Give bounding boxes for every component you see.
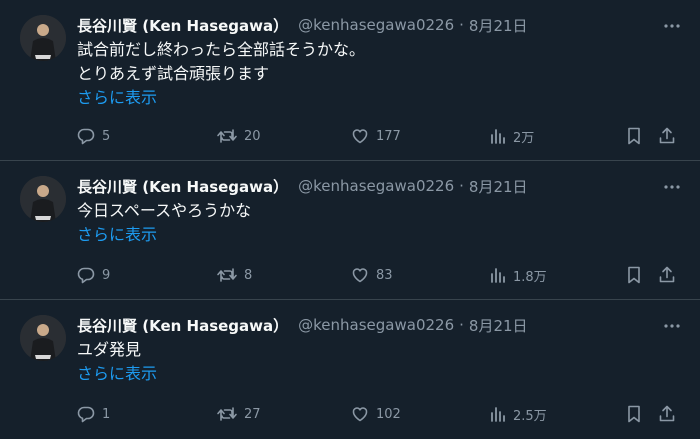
- like-count: 83: [376, 267, 393, 283]
- views-bar-chart-icon: [491, 129, 505, 144]
- view-count: 2万: [513, 130, 535, 146]
- tweet-header: 長谷川賢 (Ken Hasegawa） @kenhasegawa0226 · 8…: [77, 14, 660, 36]
- bookmark-icon: [628, 405, 640, 423]
- like-count: 177: [376, 128, 401, 144]
- reply-button[interactable]: 5: [76, 123, 110, 149]
- tweet-text: 今日スペースやろうかな さらに表示: [77, 199, 660, 247]
- display-name[interactable]: 長谷川賢 (Ken Hasegawa）: [77, 15, 288, 36]
- reply-icon: [77, 406, 95, 423]
- reply-icon: [77, 128, 95, 145]
- more-button[interactable]: [662, 177, 682, 197]
- like-button[interactable]: 177: [350, 123, 401, 149]
- views-button[interactable]: 2.5万: [489, 401, 547, 427]
- show-more-link[interactable]: さらに表示: [77, 362, 157, 386]
- avatar[interactable]: [20, 176, 66, 222]
- avatar[interactable]: [20, 315, 66, 361]
- reply-count: 5: [102, 128, 111, 144]
- reply-button[interactable]: 1: [76, 401, 110, 427]
- tweet-text-line: ユダ発見: [77, 340, 142, 359]
- avatar-photo: [20, 15, 66, 61]
- tweet[interactable]: 長谷川賢 (Ken Hasegawa） @kenhasegawa0226 · 8…: [0, 300, 700, 439]
- tweet[interactable]: 長谷川賢 (Ken Hasegawa） @kenhasegawa0226 · 8…: [0, 0, 700, 161]
- tweet-actions: 5 20 177 2万: [70, 123, 680, 149]
- share-upload-icon: [659, 266, 675, 283]
- bookmark-icon: [628, 127, 640, 145]
- like-count: 102: [376, 406, 401, 422]
- share-upload-icon: [659, 405, 675, 422]
- retweet-icon: [217, 129, 237, 143]
- views-button[interactable]: 2万: [489, 123, 534, 149]
- avatar-photo: [20, 315, 66, 361]
- views-bar-chart-icon: [491, 407, 505, 422]
- retweet-icon: [217, 407, 237, 421]
- like-button[interactable]: 83: [350, 262, 393, 288]
- reply-count: 1: [102, 406, 111, 422]
- retweet-button[interactable]: 20: [216, 123, 261, 149]
- show-more-link[interactable]: さらに表示: [77, 86, 157, 110]
- view-count: 1.8万: [513, 269, 547, 285]
- display-name[interactable]: 長谷川賢 (Ken Hasegawa）: [77, 176, 288, 197]
- like-button[interactable]: 102: [350, 401, 401, 427]
- separator-dot: ·: [459, 177, 464, 195]
- avatar-photo: [20, 176, 66, 222]
- share-button[interactable]: [657, 123, 677, 149]
- tweet-actions: 1 27 102 2.5万: [70, 401, 680, 427]
- views-bar-chart-icon: [491, 268, 505, 283]
- tweet-text-line: 今日スペースやろうかな: [77, 201, 252, 220]
- heart-icon: [352, 129, 368, 144]
- more-dots-icon: [664, 24, 680, 28]
- timestamp[interactable]: 8月21日: [469, 315, 528, 336]
- timestamp[interactable]: 8月21日: [469, 176, 528, 197]
- views-button[interactable]: 1.8万: [489, 262, 547, 288]
- tweet-actions: 9 8 83 1.8万: [70, 262, 680, 288]
- tweet-text: 試合前だし終わったら全部話そうかな。 とりあえず試合頑張ります さらに表示: [77, 38, 660, 110]
- timeline-feed: 長谷川賢 (Ken Hasegawa） @kenhasegawa0226 · 8…: [0, 0, 700, 439]
- bookmark-button[interactable]: [624, 401, 644, 427]
- share-button[interactable]: [657, 401, 677, 427]
- reply-icon: [77, 267, 95, 284]
- share-upload-icon: [659, 127, 675, 144]
- handle[interactable]: @kenhasegawa0226: [298, 316, 454, 334]
- retweet-button[interactable]: 27: [216, 401, 261, 427]
- retweet-count: 8: [244, 267, 253, 283]
- view-count: 2.5万: [513, 408, 547, 424]
- tweet-text-line: とりあえず試合頑張ります: [77, 64, 270, 83]
- share-button[interactable]: [657, 262, 677, 288]
- retweet-count: 27: [244, 406, 261, 422]
- bookmark-button[interactable]: [624, 123, 644, 149]
- handle[interactable]: @kenhasegawa0226: [298, 16, 454, 34]
- retweet-count: 20: [244, 128, 261, 144]
- tweet-header: 長谷川賢 (Ken Hasegawa） @kenhasegawa0226 · 8…: [77, 314, 660, 336]
- retweet-button[interactable]: 8: [216, 262, 252, 288]
- heart-icon: [352, 407, 368, 422]
- more-button[interactable]: [662, 16, 682, 36]
- avatar[interactable]: [20, 15, 66, 61]
- handle[interactable]: @kenhasegawa0226: [298, 177, 454, 195]
- tweet-text: ユダ発見 さらに表示: [77, 338, 660, 386]
- more-button[interactable]: [662, 316, 682, 336]
- more-dots-icon: [664, 324, 680, 328]
- display-name[interactable]: 長谷川賢 (Ken Hasegawa）: [77, 315, 288, 336]
- tweet[interactable]: 長谷川賢 (Ken Hasegawa） @kenhasegawa0226 · 8…: [0, 161, 700, 300]
- tweet-text-line: 試合前だし終わったら全部話そうかな。: [77, 40, 366, 59]
- show-more-link[interactable]: さらに表示: [77, 223, 157, 247]
- tweet-header: 長谷川賢 (Ken Hasegawa） @kenhasegawa0226 · 8…: [77, 175, 660, 197]
- bookmark-button[interactable]: [624, 262, 644, 288]
- bookmark-icon: [628, 266, 640, 284]
- separator-dot: ·: [459, 16, 464, 34]
- timestamp[interactable]: 8月21日: [469, 15, 528, 36]
- reply-button[interactable]: 9: [76, 262, 110, 288]
- more-dots-icon: [664, 185, 680, 189]
- separator-dot: ·: [459, 316, 464, 334]
- reply-count: 9: [102, 267, 111, 283]
- retweet-icon: [217, 268, 237, 282]
- heart-icon: [352, 268, 368, 283]
